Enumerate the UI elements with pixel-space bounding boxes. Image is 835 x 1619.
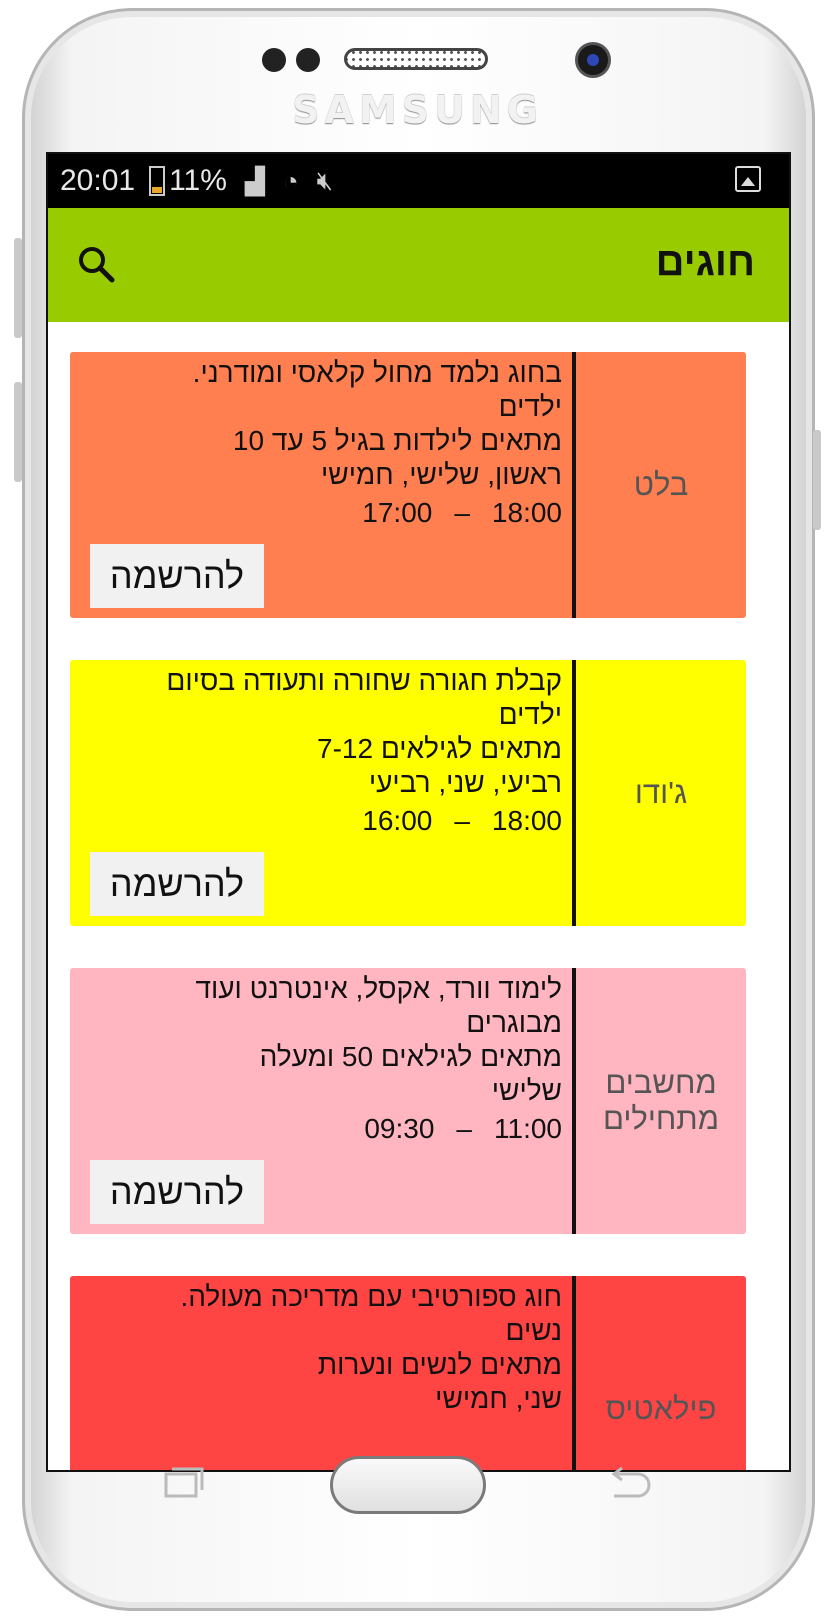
- time-start: 17:00: [362, 497, 433, 528]
- time-start: 16:00: [362, 805, 433, 836]
- course-description: חוג ספורטיבי עם מדריכה מעולה.: [180, 1281, 562, 1312]
- power-button: [813, 430, 821, 530]
- course-name: ג'ודו: [634, 775, 688, 810]
- course-days: שלישי: [491, 1075, 562, 1106]
- course-name: מחשבים מתחילים: [602, 1065, 720, 1136]
- course-ages: מתאים לילדות בגיל 5 עד 10: [232, 425, 562, 456]
- course-time: 09:30–11:00: [364, 1113, 562, 1144]
- course-card: בלט בחוג נלמד מחול קלאסי ומודרני. ילדים …: [70, 352, 746, 618]
- sensor-dots: [262, 48, 320, 72]
- volume-up-button: [14, 238, 22, 338]
- signal-icon: ▟: [244, 165, 265, 196]
- course-name: פילאטיס: [605, 1391, 717, 1426]
- course-card: ג'ודו קבלת חגורה שחורה ותעודה בסיום ילדי…: [70, 660, 746, 926]
- time-end: 18:00: [491, 497, 562, 528]
- time-end: 11:00: [494, 1113, 562, 1144]
- page-title: חוגים: [655, 240, 755, 284]
- register-button[interactable]: להרשמה: [90, 1160, 264, 1224]
- course-time: 16:00–18:00: [362, 805, 562, 836]
- search-icon[interactable]: [76, 244, 116, 284]
- course-time: 17:00–18:00: [362, 497, 562, 528]
- course-info: בחוג נלמד מחול קלאסי ומודרני. ילדים מתאי…: [82, 356, 562, 530]
- time-end: 18:00: [491, 805, 562, 836]
- earpiece-speaker: [344, 48, 488, 70]
- course-audience: מבוגרים: [466, 1007, 562, 1038]
- gallery-notification-icon: [735, 166, 761, 192]
- card-divider: [572, 1276, 576, 1470]
- register-button[interactable]: להרשמה: [90, 544, 264, 608]
- card-divider: [572, 968, 576, 1234]
- course-audience: נשים: [505, 1315, 562, 1346]
- course-audience: ילדים: [498, 699, 562, 730]
- course-info: חוג ספורטיבי עם מדריכה מעולה. נשים מתאים…: [82, 1280, 562, 1416]
- course-ages: מתאים לנשים ונערות: [317, 1349, 562, 1380]
- battery-icon: [149, 166, 166, 196]
- course-name: בלט: [633, 467, 689, 502]
- status-bar: 20:01 11% ▟ ◔ 🔇︎: [48, 154, 789, 208]
- register-button[interactable]: להרשמה: [90, 852, 264, 916]
- home-button[interactable]: [330, 1456, 486, 1514]
- course-ages: מתאים לגילאים 50 ומעלה: [259, 1041, 562, 1072]
- screen: 20:01 11% ▟ ◔ 🔇︎ חוגים בלט בחוג נלמד מחו…: [46, 152, 791, 1472]
- course-audience: ילדים: [498, 391, 562, 422]
- course-ages: מתאים לגילאים 7-12: [317, 733, 562, 764]
- app-bar: חוגים: [48, 208, 789, 322]
- back-icon[interactable]: [604, 1466, 652, 1500]
- mute-icon: 🔇︎: [316, 165, 334, 195]
- battery-percent: 11%: [169, 164, 227, 197]
- status-time: 20:01: [60, 164, 136, 197]
- course-days: רביעי, שני, רביעי: [368, 767, 562, 798]
- recent-apps-icon[interactable]: [164, 1466, 204, 1498]
- course-days: ראשון, שלישי, חמישי: [321, 459, 562, 490]
- brand-logo: SAMSUNG: [292, 88, 543, 132]
- course-list[interactable]: בלט בחוג נלמד מחול קלאסי ומודרני. ילדים …: [48, 322, 789, 1470]
- course-info: קבלת חגורה שחורה ותעודה בסיום ילדים מתאי…: [82, 664, 562, 838]
- card-divider: [572, 660, 576, 926]
- wifi-icon: ◔: [282, 165, 299, 196]
- course-card: מחשבים מתחילים לימוד וורד, אקסל, אינטרנט…: [70, 968, 746, 1234]
- time-start: 09:30: [364, 1113, 435, 1144]
- volume-down-button: [14, 382, 22, 482]
- course-info: לימוד וורד, אקסל, אינטרנט ועוד מבוגרים מ…: [82, 972, 562, 1146]
- card-divider: [572, 352, 576, 618]
- front-camera: [575, 42, 611, 78]
- course-days: שני, חמישי: [435, 1383, 562, 1414]
- course-card: פילאטיס חוג ספורטיבי עם מדריכה מעולה. נש…: [70, 1276, 746, 1470]
- course-description: קבלת חגורה שחורה ותעודה בסיום: [166, 665, 562, 696]
- course-description: בחוג נלמד מחול קלאסי ומודרני.: [192, 357, 562, 388]
- course-description: לימוד וורד, אקסל, אינטרנט ועוד: [195, 973, 562, 1004]
